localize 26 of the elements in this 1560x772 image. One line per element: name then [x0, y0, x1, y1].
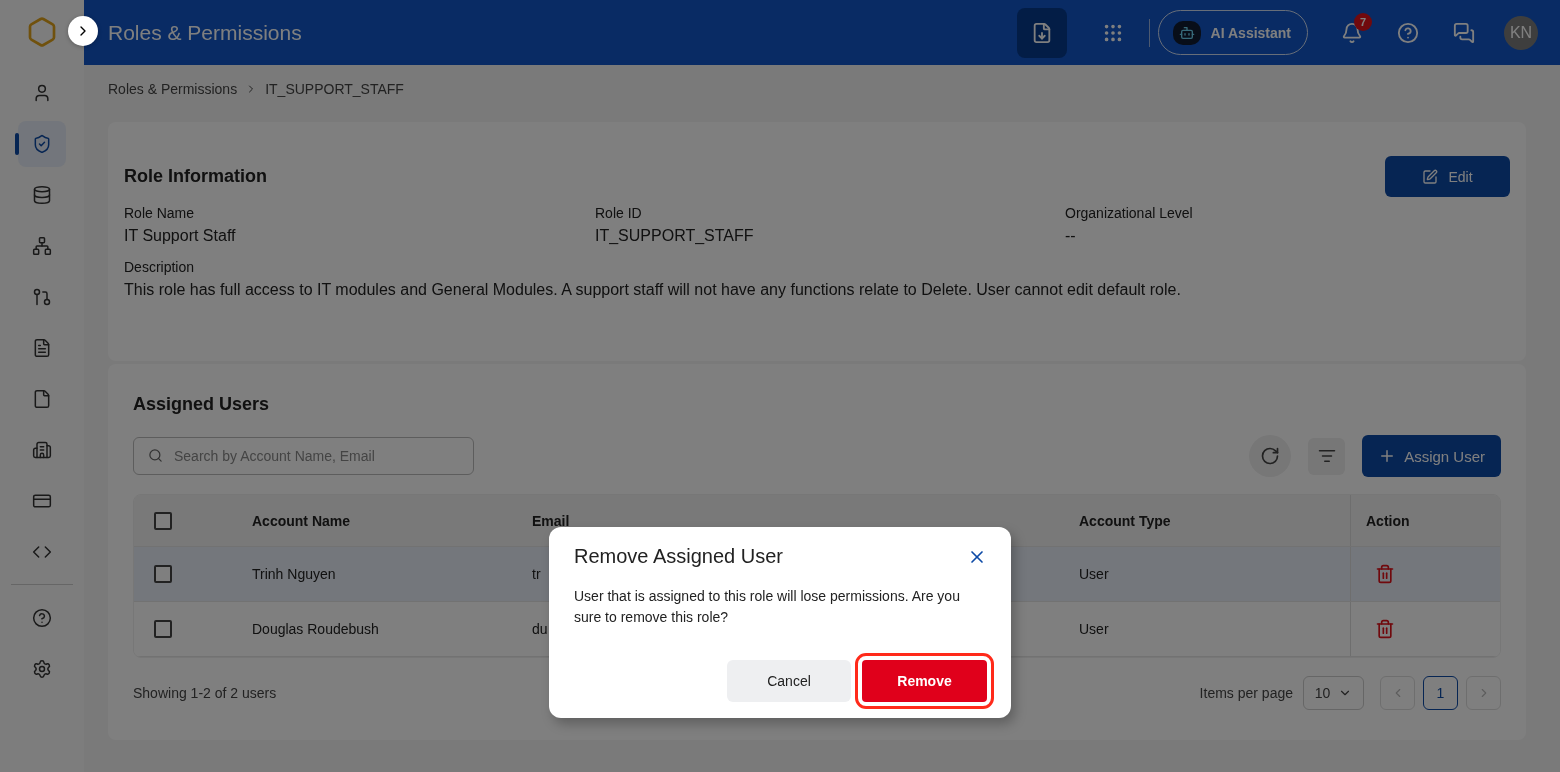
- description-text: This role has full access to IT modules and General Modules. A support staff will not have any functions relate to Delete. User cannot edit default role.: [124, 281, 1182, 299]
- table-cell: Douglas Roudebush: [252, 621, 379, 637]
- field-label: Role ID: [595, 205, 643, 221]
- section-title: Role Information: [124, 166, 267, 187]
- showing-text: Showing 1-2 of 2 users: [133, 685, 277, 701]
- table-cell: tr: [532, 566, 541, 582]
- table-cell: Trinh Nguyen: [252, 566, 336, 582]
- section-title: Assigned Users: [133, 394, 271, 415]
- table-cell: User: [1079, 621, 1109, 637]
- dialog-title: Remove Assigned User: [574, 545, 783, 568]
- notification-badge: 7: [1354, 12, 1372, 31]
- column-header: Account Name: [252, 512, 351, 529]
- field-label: Role Name: [124, 205, 196, 221]
- table-cell: User: [1079, 566, 1109, 582]
- column-header: Account Type: [1079, 512, 1171, 529]
- field-label: Description: [124, 259, 196, 275]
- table-cell: du: [532, 621, 548, 637]
- column-header: Action: [1366, 512, 1410, 529]
- items-per-page-label: Items per page: [1199, 685, 1293, 701]
- dialog-message: User that is assigned to this role will lose permissions. Are you sure to remove this role?: [574, 587, 961, 627]
- column-header: Email: [532, 512, 570, 529]
- page-title: Roles & Permissions: [108, 20, 303, 45]
- field-value: IT_SUPPORT_STAFF: [595, 227, 755, 245]
- field-label: Organizational Level: [1065, 205, 1194, 221]
- field-value: --: [1065, 227, 1077, 245]
- field-value: IT Support Staff: [124, 227, 237, 245]
